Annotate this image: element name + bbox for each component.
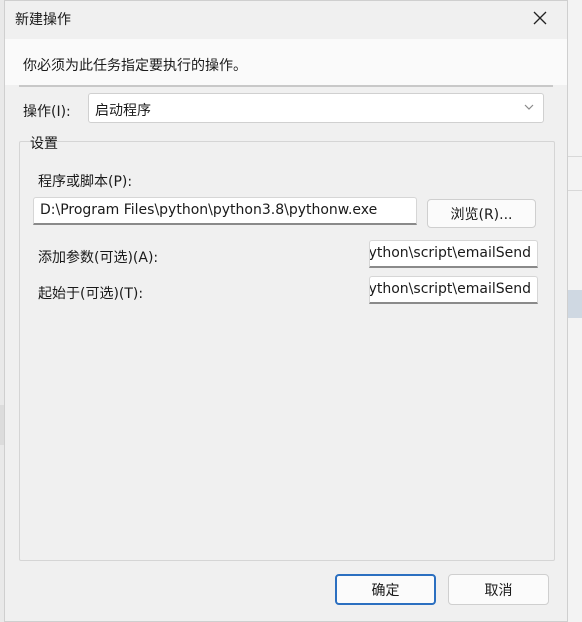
start-in-input[interactable]: ython\script\emailSend: [369, 276, 538, 304]
close-button[interactable]: [517, 1, 563, 35]
browse-button[interactable]: 浏览(R)...: [427, 199, 536, 228]
action-select[interactable]: 启动程序: [88, 93, 544, 123]
arguments-input-value: ython\script\emailSend: [369, 245, 531, 261]
arguments-label: 添加参数(可选)(A):: [38, 250, 159, 266]
start-in-input-value: ython\script\emailSend: [369, 281, 531, 297]
cancel-button[interactable]: 取消: [448, 574, 549, 605]
header-separator: [19, 85, 553, 87]
dialog-title: 新建操作: [15, 12, 71, 28]
close-icon: [533, 11, 547, 25]
background-selected-row: [568, 290, 582, 318]
chevron-down-icon: [524, 104, 534, 110]
new-action-dialog: 新建操作 你必须为此任务指定要执行的操作。 操作(I): 启动程序 设置 程序或…: [4, 0, 568, 622]
ok-button[interactable]: 确定: [335, 574, 436, 605]
program-label: 程序或脚本(P):: [38, 174, 133, 190]
instruction-text: 你必须为此任务指定要执行的操作。: [23, 58, 247, 74]
action-label: 操作(I):: [23, 104, 71, 120]
action-select-value: 启动程序: [95, 103, 151, 119]
program-input[interactable]: D:\Program Files\python\python3.8\python…: [33, 197, 417, 225]
background-divider: [568, 156, 582, 157]
desktop-background: 新建操作 你必须为此任务指定要执行的操作。 操作(I): 启动程序 设置 程序或…: [0, 0, 582, 622]
arguments-input[interactable]: ython\script\emailSend: [369, 240, 538, 268]
background-divider: [568, 190, 582, 191]
start-in-label: 起始于(可选)(T):: [38, 286, 144, 302]
settings-group-label: 设置: [30, 136, 58, 152]
